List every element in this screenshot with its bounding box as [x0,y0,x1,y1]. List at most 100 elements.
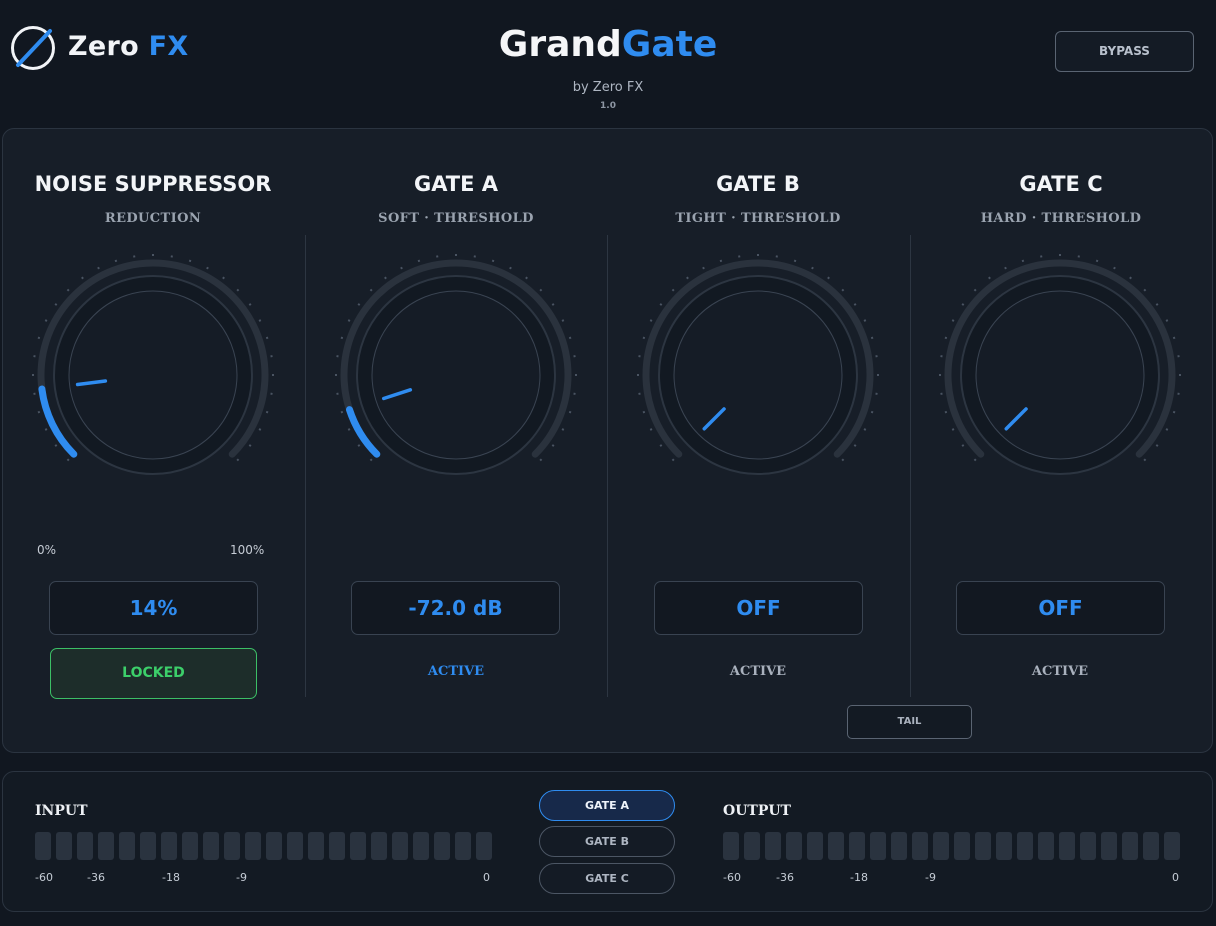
knob-tick-mark [509,266,512,270]
knob-tick-mark [719,259,723,263]
locked-button[interactable]: LOCKED [50,648,257,699]
section-divider [607,235,608,697]
gate-b-status[interactable]: ACTIVE [658,664,858,679]
knob-tick-mark [853,444,857,447]
meter-segment [119,832,135,860]
knob-tick-mark [54,444,58,447]
gate-c-threshold-value[interactable]: OFF [956,581,1165,635]
knob-tick-mark [384,276,387,280]
tail-button[interactable]: TAIL [847,705,972,739]
gate-a-status[interactable]: ACTIVE [356,664,556,679]
gate-a-threshold-knob[interactable] [331,250,581,500]
input-tick-label: -18 [162,871,180,884]
meter-segment [455,832,471,860]
meter-segment [765,832,781,860]
knob-tick-mark [400,266,403,270]
meter-segment [1059,832,1075,860]
noise-reduction-knob[interactable] [28,250,278,500]
knob-tick-mark [539,288,543,292]
knob-tick-mark [248,303,252,306]
meter-segment [954,832,970,860]
knob-tick-mark [551,303,555,306]
gate-c-subtitle: HARD · THRESHOLD [980,211,1142,226]
meter-segment [35,832,51,860]
knob-tick-mark [357,444,361,447]
knob-tick-mark [81,276,84,280]
input-tick-label: -36 [87,871,105,884]
knob-tick-mark [1165,319,1169,322]
gate-c-status[interactable]: ACTIVE [960,664,1160,679]
noise-suppressor-title: NOISE SUPPRESSOR [34,172,272,196]
output-level-meter [723,832,1180,860]
knob-tick-mark [539,458,543,462]
meter-segment [287,832,303,860]
meter-segment [161,832,177,860]
knob-tick-mark [66,288,70,292]
knob-tick-mark [811,266,814,270]
meter-segment [371,832,387,860]
knob-tick-mark [793,259,797,263]
knob-tick-mark [863,319,867,322]
knob-tick-mark [659,444,663,447]
gate-c-threshold-knob[interactable] [935,250,1185,500]
bypass-button[interactable]: BYPASS [1055,31,1194,72]
plugin-version: 1.0 [600,101,616,111]
knob-tick-mark [841,288,845,292]
knob-tick-mark [973,458,977,462]
meter-segment [786,832,802,860]
meter-segment [266,832,282,860]
knob-tick-mark [951,428,955,431]
gate-c-select-button[interactable]: GATE C [539,863,675,894]
gate-c-title: GATE C [1019,172,1103,196]
knob-tick-mark [491,259,495,263]
knob-tick-mark [870,336,874,340]
gate-b-threshold-knob[interactable] [633,250,883,500]
meter-segment [203,832,219,860]
noise-reduction-value[interactable]: 14% [49,581,258,635]
knob-tick-mark [357,303,361,306]
gate-a-subtitle: SOFT · THRESHOLD [378,211,534,226]
knob-tick-mark [827,276,830,280]
meter-segment [140,832,156,860]
knob-tick-mark [561,428,565,431]
knob-face [673,290,843,460]
plugin-subtitle: by Zero FX [572,80,644,95]
knob-tick-mark [649,319,653,322]
meter-segment [870,832,886,860]
knob-tick-mark [671,458,675,462]
meter-segment [308,832,324,860]
meter-segment [56,832,72,860]
knob-tick-mark [1155,303,1159,306]
knob-tick-mark [841,458,845,462]
knob-tick-mark [1021,259,1025,263]
meter-segment [245,832,261,860]
knob-tick-mark [1095,259,1099,263]
meter-segment [1017,832,1033,860]
range-min-label: 0% [37,543,57,557]
meter-segment [224,832,240,860]
knob-tick-mark [870,410,874,414]
gate-a-select-button[interactable]: GATE A [539,790,675,821]
plugin-title-accent: Gate [621,24,718,65]
gate-b-select-button[interactable]: GATE B [539,826,675,857]
input-level-meter [35,832,492,860]
knob-tick-mark [369,288,373,292]
meter-segment [392,832,408,860]
meter-segment [182,832,198,860]
input-tick-label: 0 [483,871,490,884]
gate-b-threshold-value[interactable]: OFF [654,581,863,635]
knob-tick-mark [265,336,269,340]
output-tick-label: -60 [723,871,741,884]
meter-segment [413,832,429,860]
section-divider [305,235,306,697]
knob-tick-mark [114,259,118,263]
knob-tick-mark [222,276,225,280]
knob-tick-mark [66,458,70,462]
knob-tick-mark [236,288,240,292]
section-divider [910,235,911,697]
knob-tick-mark [340,336,344,340]
gate-a-threshold-value[interactable]: -72.0 dB [351,581,560,635]
knob-tick-mark [369,458,373,462]
knob-tick-mark [642,410,646,414]
knob-tick-mark [1129,276,1132,280]
